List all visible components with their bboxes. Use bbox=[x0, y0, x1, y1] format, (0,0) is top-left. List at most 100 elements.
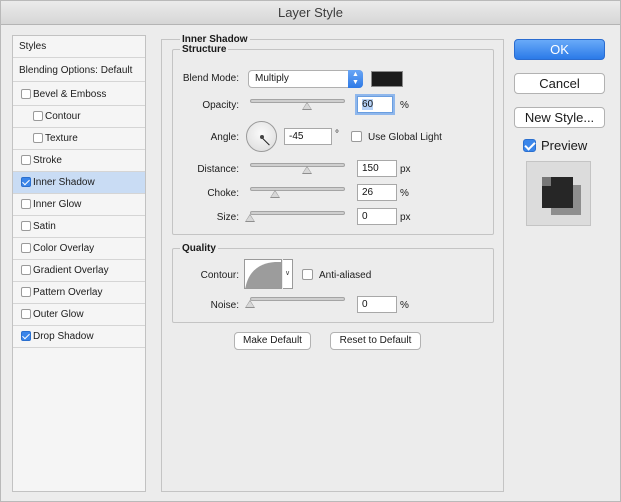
distance-input[interactable]: 150 bbox=[357, 160, 397, 177]
choke-slider-track[interactable] bbox=[250, 187, 345, 191]
opacity-slider-thumb[interactable] bbox=[302, 102, 312, 110]
angle-input[interactable]: -45 bbox=[284, 128, 332, 145]
size-label: Size: bbox=[216, 212, 239, 223]
blending-options-label: Blending Options: Default bbox=[19, 65, 133, 76]
opacity-label: Opacity: bbox=[202, 100, 239, 111]
blending-options-item[interactable]: Blending Options: Default bbox=[13, 60, 145, 82]
noise-input[interactable]: 0 bbox=[357, 296, 397, 313]
style-item-color-overlay[interactable]: Color Overlay bbox=[13, 238, 145, 260]
quality-group: Quality Contour: ∨ Anti-aliased Noise: 0… bbox=[172, 243, 494, 323]
style-item-label: Contour bbox=[45, 111, 81, 122]
styles-list: Styles Blending Options: Default Bevel &… bbox=[12, 35, 146, 492]
style-item-checkbox[interactable] bbox=[21, 89, 31, 99]
blend-mode-select[interactable]: Multiply ▲ ▼ bbox=[248, 70, 363, 88]
noise-unit: % bbox=[400, 300, 409, 311]
contour-label: Contour: bbox=[200, 270, 239, 281]
style-item-contour[interactable]: Contour bbox=[13, 106, 145, 128]
style-item-checkbox[interactable] bbox=[21, 155, 31, 165]
select-arrows-icon: ▲ ▼ bbox=[348, 70, 363, 88]
quality-title: Quality bbox=[180, 243, 218, 254]
preview-checkbox[interactable] bbox=[523, 139, 536, 152]
style-item-gradient-overlay[interactable]: Gradient Overlay bbox=[13, 260, 145, 282]
cancel-button[interactable]: Cancel bbox=[514, 73, 605, 94]
style-item-label: Bevel & Emboss bbox=[33, 89, 107, 100]
distance-label: Distance: bbox=[197, 164, 239, 175]
angle-unit: ° bbox=[335, 129, 339, 140]
style-item-pattern-overlay[interactable]: Pattern Overlay bbox=[13, 282, 145, 304]
style-item-label: Pattern Overlay bbox=[33, 287, 103, 298]
style-item-texture[interactable]: Texture bbox=[13, 128, 145, 150]
noise-slider-track[interactable] bbox=[250, 297, 345, 301]
size-value: 0 bbox=[362, 211, 368, 222]
style-item-outer-glow[interactable]: Outer Glow bbox=[13, 304, 145, 326]
ok-button[interactable]: OK bbox=[514, 39, 605, 60]
style-item-checkbox[interactable] bbox=[33, 133, 43, 143]
blend-mode-value: Multiply bbox=[255, 73, 289, 84]
make-default-button[interactable]: Make Default bbox=[234, 332, 311, 350]
choke-label: Choke: bbox=[207, 188, 239, 199]
use-global-light-label: Use Global Light bbox=[368, 132, 442, 143]
choke-unit: % bbox=[400, 188, 409, 199]
size-slider-thumb[interactable] bbox=[245, 214, 255, 222]
distance-value: 150 bbox=[362, 163, 379, 174]
angle-dial[interactable] bbox=[246, 121, 277, 152]
style-item-inner-glow[interactable]: Inner Glow bbox=[13, 194, 145, 216]
style-item-stroke[interactable]: Stroke bbox=[13, 150, 145, 172]
preview-label: Preview bbox=[541, 138, 588, 153]
style-item-inner-shadow[interactable]: Inner Shadow bbox=[13, 172, 145, 194]
choke-input[interactable]: 26 bbox=[357, 184, 397, 201]
contour-picker[interactable] bbox=[244, 259, 282, 289]
contour-curve-icon bbox=[245, 262, 281, 288]
style-item-checkbox[interactable] bbox=[21, 221, 31, 231]
angle-center bbox=[260, 135, 264, 139]
style-item-checkbox[interactable] bbox=[21, 331, 31, 341]
style-item-label: Texture bbox=[45, 133, 78, 144]
style-item-label: Inner Glow bbox=[33, 199, 82, 210]
noise-value: 0 bbox=[362, 299, 368, 310]
style-item-label: Satin bbox=[33, 221, 56, 232]
choke-value: 26 bbox=[362, 187, 374, 198]
style-item-label: Stroke bbox=[33, 155, 62, 166]
distance-unit: px bbox=[400, 164, 411, 175]
angle-value: -45 bbox=[289, 131, 304, 142]
style-item-drop-shadow[interactable]: Drop Shadow bbox=[13, 326, 145, 348]
style-item-label: Inner Shadow bbox=[33, 177, 95, 188]
distance-slider-thumb[interactable] bbox=[302, 166, 312, 174]
opacity-value: 60 bbox=[362, 99, 374, 110]
style-item-label: Gradient Overlay bbox=[33, 265, 109, 276]
anti-aliased-label: Anti-aliased bbox=[319, 270, 372, 281]
size-slider-track[interactable] bbox=[250, 211, 345, 215]
style-item-label: Drop Shadow bbox=[33, 331, 94, 342]
style-item-checkbox[interactable] bbox=[21, 243, 31, 253]
noise-slider-thumb[interactable] bbox=[245, 300, 255, 308]
shadow-color-swatch[interactable] bbox=[371, 71, 403, 87]
style-item-label: Color Overlay bbox=[33, 243, 95, 254]
opacity-slider-track[interactable] bbox=[250, 99, 345, 103]
style-item-satin[interactable]: Satin bbox=[13, 216, 145, 238]
layer-style-dialog: Layer Style Styles Blending Options: Def… bbox=[0, 0, 621, 502]
structure-title: Structure bbox=[180, 44, 229, 55]
contour-dropdown-icon[interactable]: ∨ bbox=[283, 259, 293, 289]
style-item-checkbox[interactable] bbox=[33, 111, 43, 121]
style-preview-thumbnail bbox=[526, 161, 591, 226]
size-unit: px bbox=[400, 212, 411, 223]
style-item-checkbox[interactable] bbox=[21, 287, 31, 297]
style-item-checkbox[interactable] bbox=[21, 265, 31, 275]
style-item-bevel-emboss[interactable]: Bevel & Emboss bbox=[13, 84, 145, 106]
opacity-input[interactable]: 60 bbox=[357, 96, 393, 113]
noise-label: Noise: bbox=[210, 300, 239, 311]
style-item-checkbox[interactable] bbox=[21, 309, 31, 319]
style-item-checkbox[interactable] bbox=[21, 199, 31, 209]
opacity-unit: % bbox=[400, 100, 409, 111]
use-global-light-checkbox[interactable] bbox=[351, 131, 362, 142]
reset-to-default-button[interactable]: Reset to Default bbox=[330, 332, 421, 350]
structure-group: Structure Blend Mode: Multiply ▲ ▼ Opacit… bbox=[172, 44, 494, 235]
styles-header[interactable]: Styles bbox=[13, 36, 145, 58]
choke-slider-thumb[interactable] bbox=[269, 190, 280, 198]
distance-slider-track[interactable] bbox=[250, 163, 345, 167]
anti-aliased-checkbox[interactable] bbox=[302, 269, 313, 280]
style-item-checkbox[interactable] bbox=[21, 177, 31, 187]
blend-mode-label: Blend Mode: bbox=[182, 73, 239, 84]
new-style-button[interactable]: New Style... bbox=[514, 107, 605, 128]
size-input[interactable]: 0 bbox=[357, 208, 397, 225]
